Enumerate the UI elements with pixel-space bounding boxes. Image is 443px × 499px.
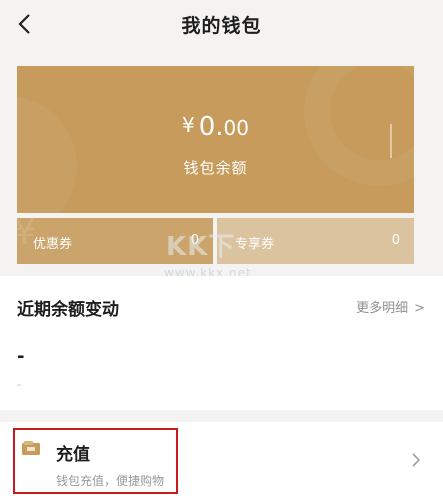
chevron-right-icon: > bbox=[414, 301, 425, 316]
balance-decimal: 00 bbox=[223, 116, 249, 140]
coupon-label: 优惠券 bbox=[33, 237, 73, 252]
recent-change-placeholder: - bbox=[17, 346, 25, 367]
page-title: 我的钱包 bbox=[181, 15, 262, 37]
currency-symbol: ¥ bbox=[182, 113, 195, 137]
recharge-title: 充值 bbox=[56, 445, 90, 465]
section-title: 近期余额变动 bbox=[17, 300, 119, 320]
recent-change-sub-placeholder: - bbox=[17, 378, 21, 391]
recharge-description: 钱包充值，便捷购物 bbox=[56, 474, 165, 488]
chevron-right-icon bbox=[411, 452, 421, 472]
watermark-logo: KK下载 bbox=[166, 232, 236, 299]
balance-integer: 0. bbox=[198, 112, 224, 142]
more-details-link[interactable]: 更多明细 > bbox=[356, 297, 425, 316]
recharge-row[interactable]: 充值 钱包充值，便捷购物 bbox=[0, 422, 443, 499]
balance-label: 钱包余额 bbox=[183, 159, 248, 177]
header: 我的钱包 bbox=[0, 0, 443, 52]
more-details-label: 更多明细 bbox=[356, 301, 409, 316]
wallet-balance-card: ¥0.00 钱包余额 bbox=[17, 66, 414, 213]
exclusive-coupon-count: 0 bbox=[391, 233, 400, 248]
balance-amount: ¥0.00 bbox=[17, 112, 414, 142]
recent-balance-section: 近期余额变动 更多明细 > - - bbox=[0, 276, 443, 410]
wallet-icon bbox=[22, 440, 40, 455]
card-divider-mark bbox=[390, 124, 392, 158]
